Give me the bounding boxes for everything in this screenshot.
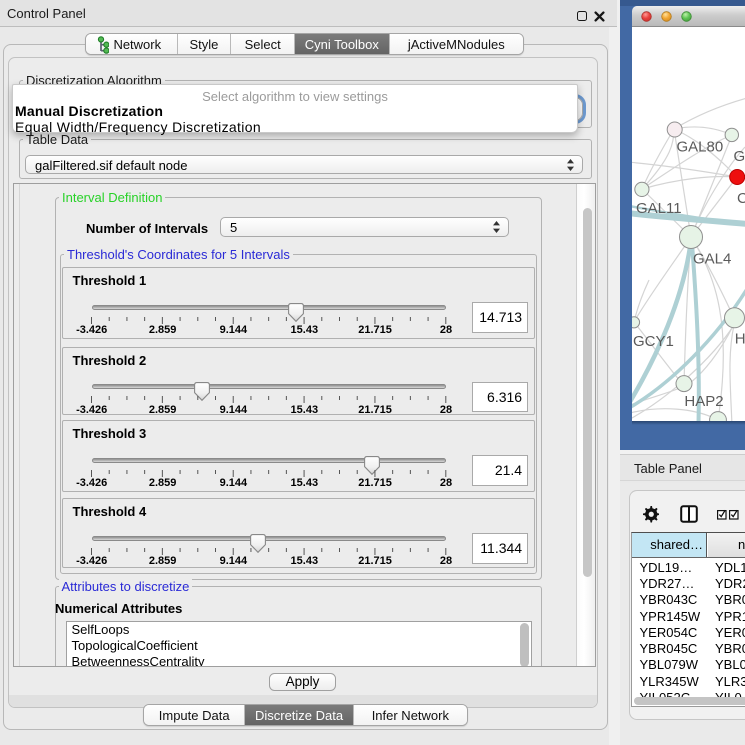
svg-text:H: H xyxy=(735,331,745,348)
svg-text:GAL4: GAL4 xyxy=(693,251,731,268)
svg-text:GAL11: GAL11 xyxy=(636,200,682,217)
svg-text:GAL80: GAL80 xyxy=(677,139,724,156)
svg-text:HAP2: HAP2 xyxy=(684,393,723,410)
svg-text:GAL: GAL xyxy=(734,148,745,165)
svg-text:GCY1: GCY1 xyxy=(633,333,674,350)
svg-text:C: C xyxy=(737,190,745,207)
